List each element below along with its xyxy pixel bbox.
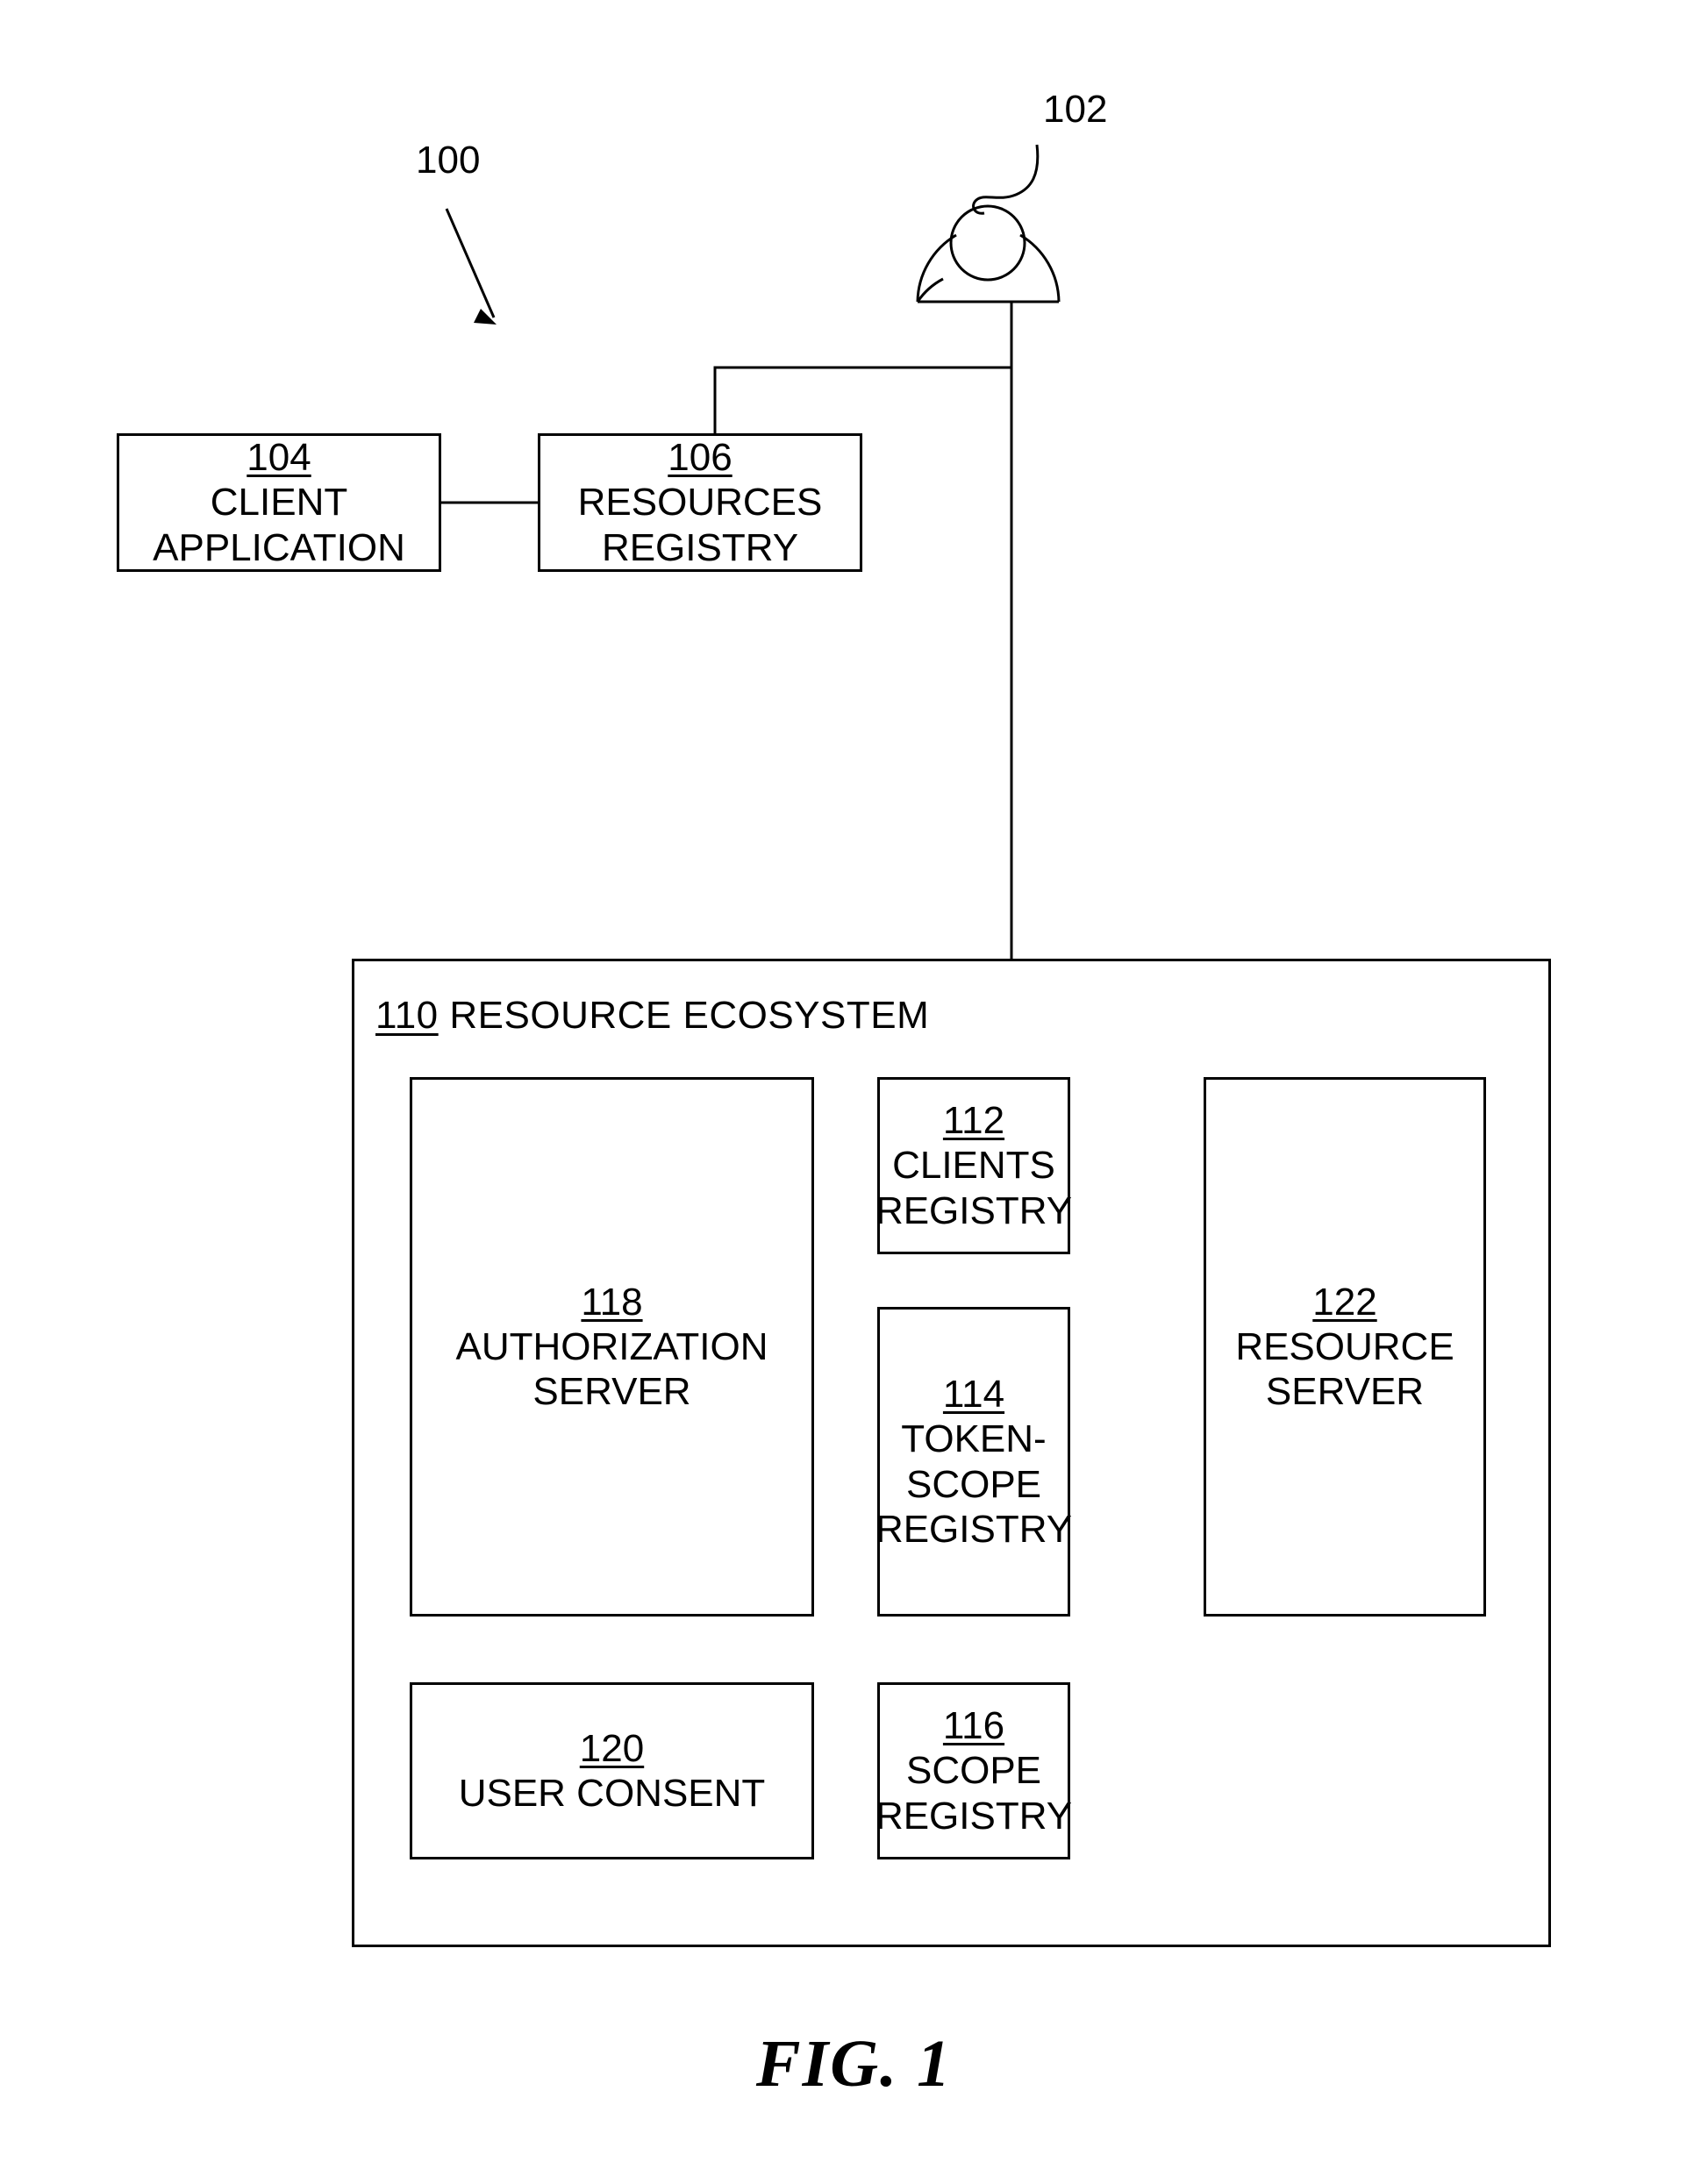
system-callout-leader-line [445,208,496,318]
user-consent-label: USER CONSENT [458,1772,766,1815]
resources-registry-label: RESOURCES REGISTRY [577,481,823,569]
client-application-label: CLIENT APPLICATION [153,481,405,569]
user-head-icon [949,204,1026,282]
node-scope-registry: 116 SCOPE REGISTRY [875,1682,1073,1859]
node-token-scope-registry: 114 TOKEN- SCOPE REGISTRY [875,1307,1073,1617]
clients-registry-label: CLIENTS REGISTRY [875,1144,1073,1232]
user-consent-ref: 120 [579,1726,645,1770]
user-shoulder-right-icon [1019,233,1061,303]
resource-server-ref: 122 [1312,1280,1377,1324]
node-clients-registry: 112 CLIENTS REGISTRY [875,1077,1073,1254]
scope-registry-ref: 116 [942,1704,1005,1748]
resource-ecosystem-title: 110 RESOURCE ECOSYSTEM [375,994,929,1038]
user-callout-102: 102 [1043,88,1108,131]
client-application-ref: 104 [247,436,311,480]
node-authorization-server: 118 AUTHORIZATION SERVER [410,1077,814,1617]
token-scope-registry-label: TOKEN- SCOPE REGISTRY [875,1417,1073,1551]
scope-registry-label: SCOPE REGISTRY [875,1749,1073,1838]
token-scope-registry-ref: 114 [942,1373,1005,1417]
authorization-server-ref: 118 [581,1280,643,1324]
authorization-server-label: AUTHORIZATION SERVER [455,1324,768,1414]
clients-registry-ref: 112 [942,1099,1005,1143]
resource-ecosystem-ref: 110 [375,994,439,1037]
system-callout-100: 100 [416,139,481,182]
node-client-application: 104 CLIENT APPLICATION [117,433,441,572]
resource-ecosystem-label: RESOURCE ECOSYSTEM [449,994,930,1037]
patent-figure: 110 RESOURCE ECOSYSTEM 104 CLIENT APPLIC… [0,0,1708,2184]
resources-registry-ref: 106 [668,436,733,480]
node-user-consent: 120 USER CONSENT [410,1682,814,1859]
user-callout-leader-line [972,144,1040,215]
node-resources-registry: 106 RESOURCES REGISTRY [538,433,862,572]
node-resource-server: 122 RESOURCE SERVER [1204,1077,1486,1617]
user-to-resources-registry-link [713,366,1011,433]
figure-caption: FIG. 1 [755,2027,953,2101]
resource-server-label: RESOURCE SERVER [1235,1324,1454,1414]
